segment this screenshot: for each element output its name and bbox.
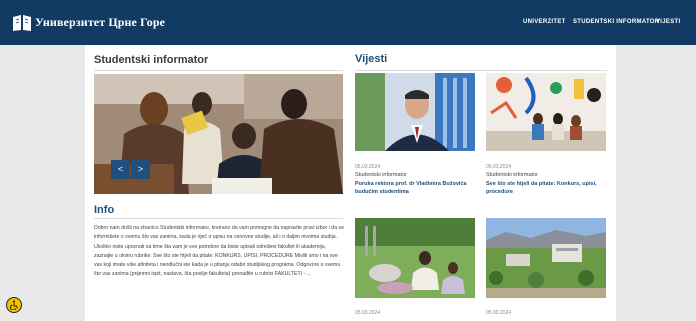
wheelchair-icon: [10, 300, 18, 310]
brand-name[interactable]: Универзитет Црне Горе: [35, 15, 165, 30]
university-logo-icon[interactable]: [12, 14, 32, 32]
nav-univerzitet[interactable]: UNIVERZITET: [523, 19, 566, 25]
news-category[interactable]: Studentski informator: [355, 172, 407, 178]
info-title: Info: [94, 204, 115, 216]
nav-vijesti[interactable]: VIJESTI: [656, 19, 680, 25]
info-paragraph: Dobro nam došli na stranicu Studentski i…: [94, 225, 344, 278]
news-image-picnic[interactable]: [355, 218, 475, 298]
news-image-campus[interactable]: [486, 218, 606, 298]
news-headline[interactable]: Poruka rektora prof. dr Vladimira Božovi…: [355, 180, 475, 196]
news-date: 05.03.2024: [355, 164, 381, 170]
accessibility-button[interactable]: [6, 297, 22, 313]
news-date: 05.03.2024: [486, 310, 512, 316]
news-headline[interactable]: Sve što ste htjeli da pitate: Konkurs, u…: [486, 180, 606, 196]
slider-next-button[interactable]: >: [131, 160, 150, 179]
news-image-mural[interactable]: [486, 73, 606, 151]
nav-studentski-informator[interactable]: STUDENTSKI INFORMATOR: [573, 19, 659, 25]
page-title: Studentski informator: [94, 54, 209, 66]
slider-prev-button[interactable]: <: [111, 160, 130, 179]
top-header: Универзитет Црне Горе UNIVERZITET STUDEN…: [0, 0, 696, 45]
info-divider: [94, 218, 343, 219]
news-image-rector[interactable]: [355, 73, 475, 151]
news-date: 05.03.2024: [486, 164, 512, 170]
news-divider: [355, 70, 607, 71]
news-category[interactable]: Studentski informator: [486, 172, 538, 178]
title-divider: [94, 70, 343, 71]
news-title: Vijesti: [355, 53, 388, 65]
news-date: 05.03.2024: [355, 310, 381, 316]
